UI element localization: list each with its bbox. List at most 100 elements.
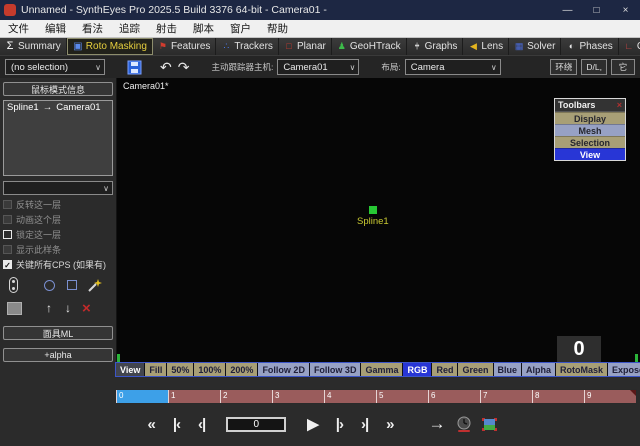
timeline-cell: 0 [116, 390, 168, 403]
spline-target: Camera01 [56, 102, 100, 113]
toolbars-item-mesh[interactable]: Mesh [555, 124, 625, 136]
toolbars-item-display[interactable]: Display [555, 112, 625, 124]
menu-file[interactable]: 文件 [0, 21, 37, 36]
checkbox-label: 关键所有CPS (如果有) [16, 258, 106, 271]
layer-dropdown[interactable]: ∨ [3, 181, 113, 195]
viewbar-gamma-button[interactable]: Gamma [361, 363, 403, 376]
menu-view[interactable]: 看法 [74, 21, 111, 36]
tab-roto-masking[interactable]: ▣Roto Masking [67, 38, 153, 55]
minimize-button[interactable]: — [553, 0, 582, 20]
maximize-button[interactable]: □ [582, 0, 611, 20]
tab-phases[interactable]: ◐Phases [561, 38, 618, 55]
selection-dropdown[interactable]: (no selection)∨ [5, 59, 105, 75]
chevron-down-icon: ∨ [345, 63, 355, 72]
go-to-end-button[interactable]: ›| [361, 417, 368, 432]
menu-shot[interactable]: 射击 [148, 21, 185, 36]
circle-tool-icon[interactable] [44, 280, 55, 291]
tab-trackers[interactable]: ∴Trackers [216, 38, 279, 55]
tab-label: Graphs [425, 41, 458, 52]
mask-ml-button[interactable]: 面具ML [3, 326, 113, 340]
checkbox[interactable] [3, 215, 12, 224]
mouse-mode-info-button[interactable]: 鼠标模式信息 [3, 82, 113, 96]
fullscreen-image-control[interactable] [482, 418, 497, 431]
save-icon[interactable] [127, 60, 142, 75]
spline-control-point[interactable] [369, 206, 377, 214]
spline-list-item[interactable]: Spline1 → Camera01 [7, 102, 109, 113]
capsule-tool-icon[interactable] [9, 277, 18, 293]
solver-icon: ▦ [514, 42, 524, 51]
timeline-scrubber[interactable]: 0 1 2 3 4 5 6 7 8 9 [115, 389, 637, 404]
checkbox-row-animate-layer[interactable]: 动画这个层 [3, 213, 113, 225]
magic-wand-icon[interactable] [87, 278, 102, 293]
color-swatch[interactable] [7, 302, 22, 315]
viewbar-follow3d-button[interactable]: Follow 3D [310, 363, 362, 376]
goto-frame-arrow-icon[interactable]: → [429, 414, 446, 434]
viewbar-200-button[interactable]: 200% [226, 363, 258, 376]
tab-features[interactable]: ⚑Features [153, 38, 216, 55]
viewbar-red-button[interactable]: Red [432, 363, 458, 376]
toolbars-panel-title: Toolbars [558, 100, 617, 110]
viewbar-rotomask-button[interactable]: RotoMask [556, 363, 608, 376]
play-button[interactable]: ▶ [307, 417, 318, 432]
tab-geohtrack[interactable]: ♟GeoHTrack [332, 38, 407, 55]
viewbar-green-button[interactable]: Green [458, 363, 493, 376]
checkbox[interactable] [3, 245, 12, 254]
delete-button[interactable]: × [82, 301, 91, 316]
camera-viewport[interactable]: Camera01* Spline1 Toolbars × Display Mes… [117, 78, 640, 362]
menu-window[interactable]: 窗户 [222, 21, 259, 36]
viewbar-fill-button[interactable]: Fill [145, 363, 167, 376]
menu-track[interactable]: 追踪 [111, 21, 148, 36]
layout-dropdown[interactable]: Camera∨ [405, 59, 501, 75]
tab-solver[interactable]: ▦Solver [509, 38, 561, 55]
viewport-camera-label: Camera01* [123, 81, 169, 91]
fast-forward-button[interactable]: » [386, 417, 393, 432]
go-to-start-button[interactable]: |‹ [173, 417, 180, 432]
viewbar-expose-button[interactable]: Expose [608, 363, 640, 376]
toolbars-panel-header[interactable]: Toolbars × [555, 99, 625, 112]
close-button[interactable]: × [611, 0, 640, 20]
tab-planar[interactable]: □Planar [279, 38, 332, 55]
step-forward-button[interactable]: |› [336, 417, 343, 432]
tab-summary[interactable]: ΣSummary [0, 38, 67, 55]
tab-coordinates[interactable]: ∟Coordinates [619, 38, 640, 55]
timeline-cell: 3 [272, 390, 324, 403]
viewbar-blue-button[interactable]: Blue [494, 363, 523, 376]
rewind-button[interactable]: « [147, 417, 154, 432]
spline-list[interactable]: Spline1 → Camera01 [3, 100, 113, 176]
menu-edit[interactable]: 编辑 [37, 21, 74, 36]
checkbox-row-lock-layer[interactable]: 锁定这一层 [3, 228, 113, 240]
add-alpha-button[interactable]: +alpha [3, 348, 113, 362]
dl-button[interactable]: D/L, [581, 59, 607, 75]
checkbox-row-invert-layer[interactable]: 反转这一层 [3, 198, 113, 210]
tab-graphs[interactable]: •|•Graphs [407, 38, 464, 55]
tab-lens[interactable]: ◀Lens [463, 38, 509, 55]
viewbar-alpha-button[interactable]: Alpha [522, 363, 556, 376]
viewbar-100-button[interactable]: 100% [194, 363, 226, 376]
checkbox[interactable] [3, 230, 12, 239]
viewbar-50-button[interactable]: 50% [167, 363, 194, 376]
it-button[interactable]: 它 [611, 59, 635, 75]
move-down-button[interactable]: ↓ [65, 302, 71, 314]
toolbars-item-selection[interactable]: Selection [555, 136, 625, 148]
step-back-button[interactable]: ‹| [198, 417, 205, 432]
menu-help[interactable]: 帮助 [259, 21, 296, 36]
redo-button[interactable]: ↷ [178, 60, 190, 74]
checkbox-checked[interactable]: ✓ [3, 260, 12, 269]
viewbar-view-button[interactable]: View [116, 363, 145, 376]
checkbox[interactable] [3, 200, 12, 209]
checkbox-row-show-spline[interactable]: 显示此样条 [3, 243, 113, 255]
tracker-host-dropdown[interactable]: Camera01∨ [277, 59, 359, 75]
checkbox-row-key-all-cps[interactable]: ✓ 关键所有CPS (如果有) [3, 258, 113, 270]
menu-script[interactable]: 脚本 [185, 21, 222, 36]
move-up-button[interactable]: ↑ [46, 302, 52, 314]
undo-button[interactable]: ↶ [160, 60, 172, 74]
playback-timing-control[interactable] [457, 416, 472, 433]
square-tool-icon[interactable] [67, 280, 77, 290]
viewbar-follow2d-button[interactable]: Follow 2D [258, 363, 310, 376]
frame-counter-field[interactable]: 0 [226, 417, 286, 432]
tab-label: Lens [481, 41, 503, 52]
viewbar-rgb-button[interactable]: RGB [403, 363, 432, 376]
close-icon[interactable]: × [617, 100, 622, 110]
toolbars-item-view[interactable]: View [555, 148, 625, 160]
orbit-button[interactable]: 环绕 [550, 59, 577, 75]
